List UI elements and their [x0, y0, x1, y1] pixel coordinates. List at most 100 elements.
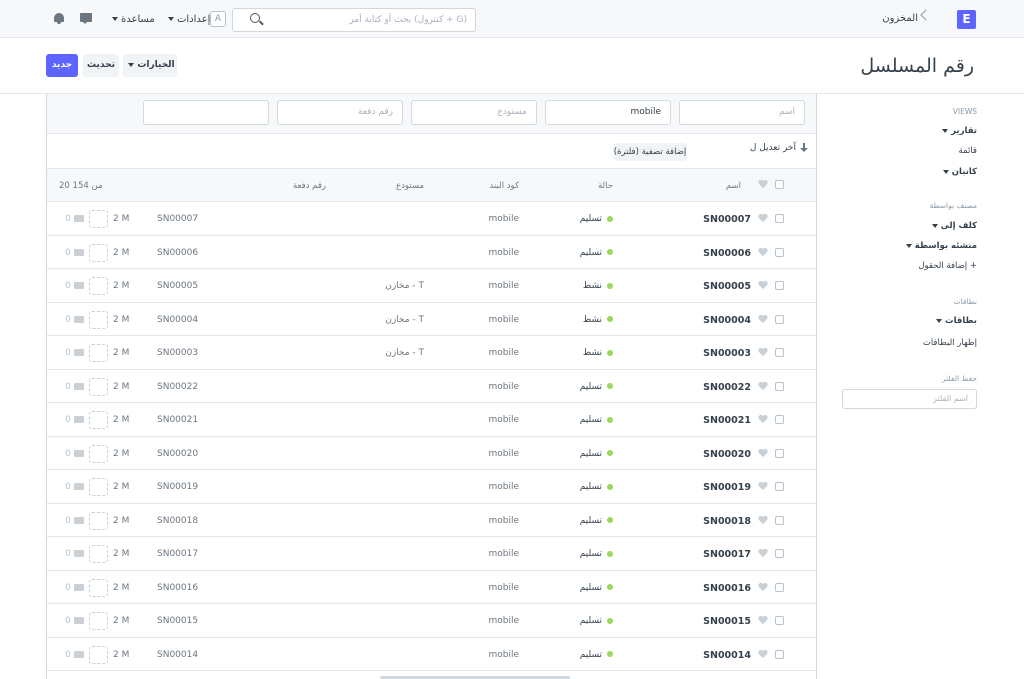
table-row[interactable]: SN00003 نشط mobile مخازن - T SN00003 2 M 0 [47, 336, 816, 370]
row-checkbox[interactable] [775, 482, 784, 491]
batch-filter[interactable]: رقم دفعة [277, 100, 403, 125]
filter-name-input[interactable]: اسم الفلتر [842, 389, 977, 409]
row-name[interactable]: SN00004 [703, 315, 751, 326]
row-assign-box[interactable] [89, 478, 108, 496]
table-row[interactable]: SN00021 تسليم mobile SN00021 2 M 0 [47, 403, 816, 437]
status-label: تسليم [579, 214, 602, 224]
heart-icon[interactable] [758, 516, 768, 525]
row-name[interactable]: SN00016 [703, 583, 751, 594]
row-name[interactable]: SN00021 [703, 415, 751, 426]
row-checkbox[interactable] [775, 415, 784, 424]
row-name[interactable]: SN00020 [703, 449, 751, 460]
add-filter-button[interactable]: إضافة تصفية (فلترة) [613, 143, 687, 161]
row-name[interactable]: SN00018 [703, 516, 751, 527]
row-assign-box[interactable] [89, 444, 108, 463]
extra-filter[interactable] [143, 100, 269, 125]
table-row[interactable]: SN00019 تسليم mobile SN00019 2 M 0 [47, 470, 816, 504]
row-checkbox[interactable] [775, 314, 784, 324]
heart-icon[interactable] [758, 482, 768, 491]
table-row[interactable]: SN00018 تسليم mobile SN00018 2 M 0 [47, 503, 816, 537]
row-assign-box[interactable] [89, 344, 108, 362]
heart-icon[interactable] [758, 281, 768, 290]
new-button[interactable]: جديد [46, 54, 78, 77]
heart-icon[interactable] [758, 415, 768, 424]
heart-icon[interactable] [758, 650, 768, 659]
table-row[interactable]: SN00022 تسليم mobile SN00022 2 M 0 [47, 369, 816, 403]
menu-button[interactable]: الخيارات [123, 54, 177, 77]
heart-icon[interactable] [758, 583, 768, 592]
table-row[interactable]: SN00005 نشط mobile مخازن - T SN00005 2 M 0 [47, 269, 816, 303]
row-checkbox[interactable] [775, 448, 784, 458]
row-checkbox[interactable] [775, 515, 784, 525]
sidebar-item-tags[interactable]: بطاقات [933, 316, 977, 326]
row-name[interactable]: SN00015 [703, 616, 751, 627]
row-assign-box[interactable] [89, 277, 108, 295]
row-checkbox[interactable] [775, 247, 784, 257]
table-row[interactable]: SN00017 تسليم mobile SN00017 2 M 0 [47, 537, 816, 571]
table-row[interactable]: SN00006 تسليم mobile SN00006 2 M 0 [47, 235, 816, 269]
row-name[interactable]: SN00017 [703, 549, 751, 560]
chat-icon[interactable] [80, 13, 92, 24]
brand-logo[interactable]: E [957, 10, 976, 29]
row-assign-box[interactable] [89, 377, 108, 396]
table-row[interactable]: SN00004 نشط mobile مخازن - T SN00004 2 M 0 [47, 302, 816, 336]
row-checkbox[interactable] [775, 582, 784, 592]
table-row[interactable]: SN00014 تسليم mobile SN00014 2 M 0 [47, 637, 816, 671]
sidebar-item-reports[interactable]: تقارير [939, 126, 977, 136]
sidebar-item-assigned-to[interactable]: كلف إلى [929, 221, 977, 231]
sidebar-show-tags[interactable]: إظهار البطاقات [923, 338, 977, 348]
heart-icon[interactable] [758, 382, 768, 391]
help-dropdown[interactable]: مساعدة [109, 14, 155, 25]
row-comment-count: 0 [65, 381, 71, 392]
row-checkbox[interactable] [775, 348, 784, 357]
row-assign-box[interactable] [89, 411, 108, 429]
avatar[interactable]: A [210, 11, 226, 27]
item-code-filter[interactable]: mobile [545, 100, 671, 125]
row-checkbox[interactable] [775, 649, 784, 659]
name-filter[interactable]: اسم [679, 100, 805, 125]
warehouse-filter[interactable]: مستودع [411, 100, 537, 125]
row-checkbox[interactable] [775, 616, 784, 625]
table-row[interactable]: SN00016 تسليم mobile SN00016 2 M 0 [47, 570, 816, 604]
heart-icon[interactable] [758, 449, 768, 458]
row-name[interactable]: SN00019 [703, 482, 751, 493]
table-row[interactable]: SN00015 تسليم mobile SN00015 2 M 0 [47, 604, 816, 638]
row-name[interactable]: SN00005 [703, 281, 751, 292]
row-assign-box[interactable] [89, 210, 108, 228]
row-assign-box[interactable] [89, 310, 108, 329]
search-input[interactable]: بحث أو كتابة أمر (كنترول + G) [232, 8, 476, 32]
row-assign-box[interactable] [89, 545, 108, 563]
sidebar-item-list[interactable]: قائمة [959, 146, 978, 156]
row-name[interactable]: SN00022 [703, 382, 751, 393]
breadcrumb[interactable]: المخزون [860, 13, 918, 24]
row-assign-box[interactable] [89, 578, 108, 597]
heart-icon[interactable] [758, 549, 768, 558]
heart-icon[interactable] [758, 214, 768, 223]
row-name[interactable]: SN00003 [703, 348, 751, 359]
heart-icon[interactable] [758, 616, 768, 625]
row-checkbox[interactable] [775, 381, 784, 391]
row-checkbox[interactable] [775, 281, 784, 290]
row-name[interactable]: SN00014 [703, 650, 751, 661]
row-assign-box[interactable] [89, 645, 108, 664]
row-assign-box[interactable] [89, 511, 108, 530]
table-row[interactable]: SN00020 تسليم mobile SN00020 2 M 0 [47, 436, 816, 470]
select-all-checkbox[interactable] [775, 180, 784, 189]
settings-dropdown[interactable]: إعدادات [165, 14, 210, 25]
table-row[interactable]: SN00007 تسليم mobile SN00007 2 M 0 [47, 202, 816, 236]
sort-button[interactable]: آخر تعديل ل [750, 143, 808, 153]
heart-icon[interactable] [758, 315, 768, 324]
row-assign-box[interactable] [89, 243, 108, 262]
row-name[interactable]: SN00007 [703, 214, 751, 225]
refresh-button[interactable]: تحديث [83, 54, 119, 77]
bell-icon[interactable] [54, 13, 64, 24]
row-assign-box[interactable] [89, 612, 108, 630]
row-checkbox[interactable] [775, 214, 784, 223]
sidebar-add-field[interactable]: إضافة الحقول + [918, 261, 977, 271]
heart-icon[interactable] [758, 348, 768, 357]
heart-icon[interactable] [758, 248, 768, 257]
sidebar-item-created-by[interactable]: منشئه بواسطة [903, 241, 977, 251]
sidebar-item-kanban[interactable]: كانبان [940, 167, 977, 177]
row-name[interactable]: SN00006 [703, 248, 751, 259]
row-checkbox[interactable] [775, 549, 784, 558]
